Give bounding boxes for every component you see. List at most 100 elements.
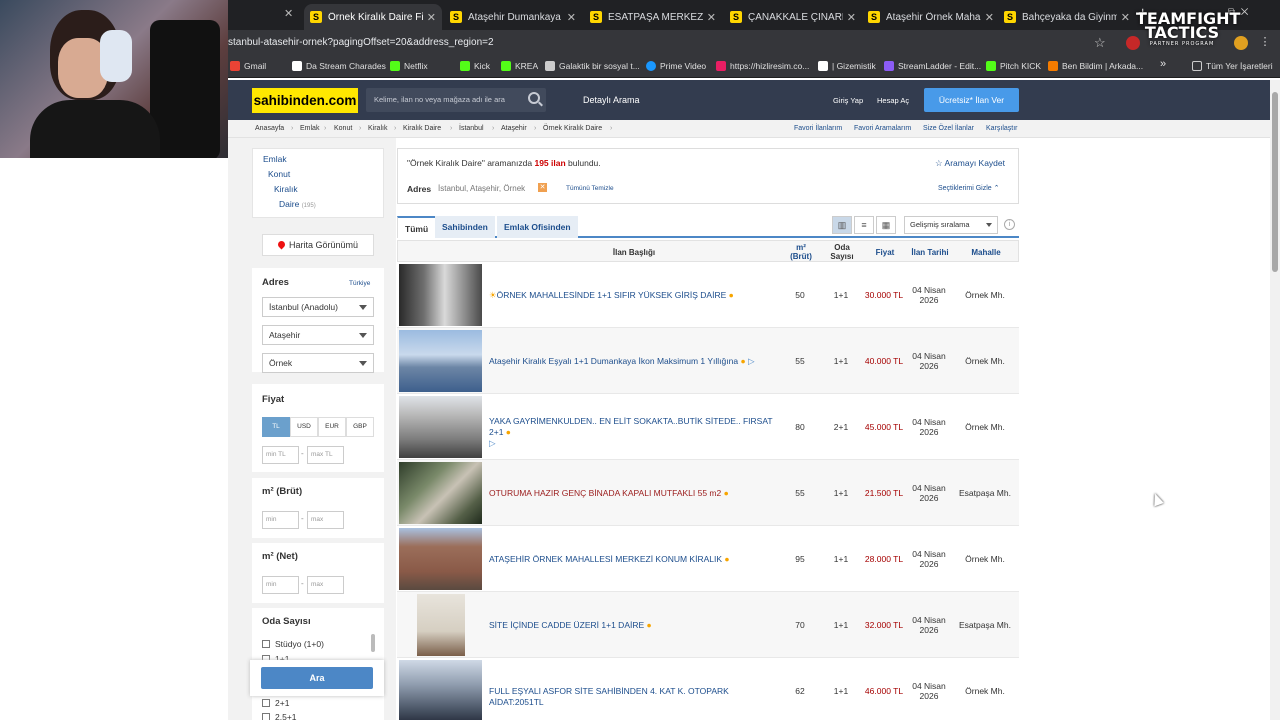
m2-net-max-input[interactable]: max xyxy=(307,576,344,594)
listing-thumbnail[interactable] xyxy=(399,330,482,392)
breadcrumb-item[interactable]: Kiralık xyxy=(368,125,387,132)
bookmark-item[interactable]: Gmail xyxy=(230,61,266,71)
map-view-button[interactable]: Harita Görünümü xyxy=(262,234,374,256)
list-view-icon[interactable]: ≡ xyxy=(854,216,874,234)
info-icon[interactable]: i xyxy=(1004,219,1015,230)
m2-net-min-input[interactable]: min xyxy=(262,576,299,594)
currency-tl-button[interactable]: TL xyxy=(262,417,290,437)
breadcrumb-item[interactable]: Emlak xyxy=(300,125,319,132)
site-logo[interactable]: sahibinden.com xyxy=(252,88,358,113)
page-scrollbar-thumb[interactable] xyxy=(1272,92,1278,272)
login-link[interactable]: Giriş Yap xyxy=(833,96,863,105)
browser-tab[interactable]: S Ataşehir Dumankaya İkon ✕ xyxy=(444,4,582,30)
tab-close-icon[interactable]: ✕ xyxy=(567,11,576,24)
listing-title[interactable]: ☀ÖRNEK MAHALLESİNDE 1+1 SIFIR YÜKSEK GİR… xyxy=(489,290,779,301)
breadcrumb-item[interactable]: Ataşehir xyxy=(501,125,527,132)
m2-brut-min-input[interactable]: min xyxy=(262,511,299,529)
category-konut[interactable]: Konut xyxy=(268,169,290,179)
bookmark-item[interactable]: Netflix xyxy=(390,61,428,71)
page-scrollbar[interactable] xyxy=(1270,80,1280,720)
listing-thumbnail[interactable] xyxy=(399,528,482,590)
column-price[interactable]: Fiyat xyxy=(864,241,906,263)
table-row[interactable]: OTURUMA HAZIR GENÇ BİNADA KAPALI MUTFAKL… xyxy=(397,460,1019,526)
tab-all[interactable]: Tümü xyxy=(397,216,437,238)
table-row[interactable]: YAKA GAYRİMENKULDEN.. EN ELİT SOKAKTA..B… xyxy=(397,394,1019,460)
browser-tab[interactable]: S Ataşehir Örnek Mahalles ✕ xyxy=(862,4,1000,30)
table-row[interactable]: Ataşehir Kiralık Eşyalı 1+1 Dumankaya İk… xyxy=(397,328,1019,394)
table-row[interactable]: FULL EŞYALI ASFOR SİTE SAHİBİNDEN 4. KAT… xyxy=(397,658,1019,720)
listing-title[interactable]: SİTE İÇİNDE CADDE ÜZERİ 1+1 DAİRE ● xyxy=(489,620,779,631)
tab-close-icon[interactable]: ✕ xyxy=(1121,11,1130,24)
bookmark-item[interactable]: Pitch KICK xyxy=(986,61,1041,71)
bookmark-item[interactable]: KREA xyxy=(501,61,538,71)
search-input[interactable]: Kelime, ilan no veya mağaza adı ile ara xyxy=(366,88,546,112)
listing-thumbnail[interactable] xyxy=(399,396,482,458)
search-submit-button[interactable]: Ara xyxy=(261,667,373,689)
listing-thumbnail[interactable] xyxy=(399,462,482,524)
breadcrumb-item[interactable]: Konut xyxy=(334,125,352,132)
compare-link[interactable]: Karşılaştır xyxy=(986,125,1018,132)
column-date[interactable]: İlan Tarihi xyxy=(906,241,954,263)
personalized-listings-link[interactable]: Size Özel İlanlar xyxy=(923,125,974,132)
table-view-icon[interactable]: ▥ xyxy=(832,216,852,234)
country-link[interactable]: Türkiye xyxy=(349,280,370,287)
city-select[interactable]: İstanbul (Anadolu) xyxy=(262,297,374,317)
detailed-search-link[interactable]: Detaylı Arama xyxy=(583,95,640,105)
currency-gbp-button[interactable]: GBP xyxy=(346,417,374,437)
remove-filter-icon[interactable]: ✕ xyxy=(538,183,547,192)
tab-by-agency[interactable]: Emlak Ofisinden xyxy=(497,216,578,238)
neighborhood-select[interactable]: Örnek xyxy=(262,353,374,373)
breadcrumb-item[interactable]: Örnek Kiralık Daire xyxy=(543,125,602,132)
browser-tab[interactable]: S ÇANAKKALE ÇINARLI KUS ✕ xyxy=(724,4,862,30)
table-row[interactable]: SİTE İÇİNDE CADDE ÜZERİ 1+1 DAİRE ● 70 1… xyxy=(397,592,1019,658)
listing-thumbnail[interactable] xyxy=(399,660,482,720)
bookmarks-overflow-icon[interactable]: » xyxy=(1160,58,1166,70)
search-icon[interactable] xyxy=(528,92,540,104)
bookmark-item[interactable]: StreamLadder - Edit... xyxy=(884,61,981,71)
bookmark-item[interactable]: | Gizemistik xyxy=(818,61,876,71)
profile-avatar-icon[interactable] xyxy=(1234,36,1248,50)
bookmark-item[interactable]: Prime Video xyxy=(646,61,706,71)
tab-close-icon[interactable]: ✕ xyxy=(707,11,716,24)
register-link[interactable]: Hesap Aç xyxy=(877,96,909,105)
room-option-checkbox[interactable]: 2.5+1 xyxy=(262,712,297,720)
listing-thumbnail[interactable] xyxy=(417,594,465,656)
listing-thumbnail[interactable] xyxy=(399,264,482,326)
clear-all-link[interactable]: Tümünü Temizle xyxy=(566,185,614,192)
table-row[interactable]: ☀ÖRNEK MAHALLESİNDE 1+1 SIFIR YÜKSEK GİR… xyxy=(397,262,1019,328)
bookmark-item[interactable]: Kick xyxy=(460,61,490,71)
favorite-searches-link[interactable]: Favori Aramalarım xyxy=(854,125,911,132)
listing-title[interactable]: Ataşehir Kiralık Eşyalı 1+1 Dumankaya İk… xyxy=(489,356,779,367)
all-bookmarks-folder[interactable]: Tüm Yer İşaretleri xyxy=(1192,61,1273,71)
bookmark-item[interactable]: https://hizliresim.co... xyxy=(716,61,809,71)
kebab-menu-icon[interactable]: ⋮ xyxy=(1258,36,1272,50)
room-list-scrollbar[interactable] xyxy=(371,634,375,652)
browser-tab[interactable]: S ESATPAŞA MERKEZ GENÇ ✕ xyxy=(584,4,722,30)
url-field[interactable]: stanbul-atasehir-ornek?pagingOffset=20&a… xyxy=(228,37,494,48)
listing-title[interactable]: OTURUMA HAZIR GENÇ BİNADA KAPALI MUTFAKL… xyxy=(489,488,779,499)
listing-title[interactable]: FULL EŞYALI ASFOR SİTE SAHİBİNDEN 4. KAT… xyxy=(489,686,779,708)
bookmark-item[interactable]: Ben Bildim | Arkada... xyxy=(1048,61,1143,71)
favorite-listings-link[interactable]: Favori İlanlarım xyxy=(794,125,842,132)
category-emlak[interactable]: Emlak xyxy=(263,154,287,164)
browser-tab[interactable]: S Bahçeyaka da Giyinme O ✕ xyxy=(998,4,1136,30)
listing-title[interactable]: ATAŞEHİR ÖRNEK MAHALLESİ MERKEZİ KONUM K… xyxy=(489,554,779,565)
hide-selections-link[interactable]: Seçtiklerimi Gizle ⌃ xyxy=(938,184,1000,192)
column-m2[interactable]: m² (Brüt) xyxy=(782,241,820,263)
price-min-input[interactable]: min TL xyxy=(262,446,299,464)
m2-brut-max-input[interactable]: max xyxy=(307,511,344,529)
tab-by-owner[interactable]: Sahibinden xyxy=(435,216,495,238)
currency-usd-button[interactable]: USD xyxy=(290,417,318,437)
breadcrumb-item[interactable]: İstanbul xyxy=(459,125,484,132)
tab-close-icon[interactable]: ✕ xyxy=(427,11,436,24)
sort-select[interactable]: Gelişmiş sıralama xyxy=(904,216,998,234)
breadcrumb-item[interactable]: Anasayfa xyxy=(255,125,284,132)
gallery-view-icon[interactable]: ▦ xyxy=(876,216,896,234)
save-search-link[interactable]: ☆ Aramayı Kaydet xyxy=(935,158,1005,169)
category-kiralik[interactable]: Kiralık xyxy=(274,184,298,194)
bookmark-star-icon[interactable]: ☆ xyxy=(1094,35,1106,51)
tab-close-icon[interactable]: ✕ xyxy=(847,11,856,24)
bookmark-item[interactable]: Galaktik bir sosyal t... xyxy=(545,61,640,71)
breadcrumb-item[interactable]: Kiralık Daire xyxy=(403,125,441,132)
room-option-checkbox[interactable]: 2+1 xyxy=(262,698,289,708)
